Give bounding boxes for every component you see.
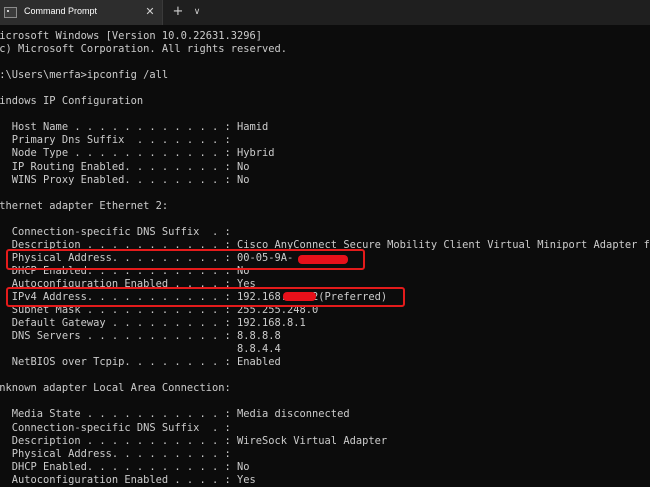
terminal-line: Autoconfiguration Enabled . . . . : Yes	[0, 473, 256, 486]
terminal-line: DNS Servers . . . . . . . . . . . : 8.8.…	[0, 330, 281, 343]
terminal-line: NetBIOS over Tcpip. . . . . . . . : Enab…	[0, 356, 281, 369]
terminal-line: Primary Dns Suffix . . . . . . . :	[0, 134, 231, 147]
title-bar: Command Prompt ✕ + ∨	[0, 0, 650, 25]
terminal-line: IP Routing Enabled. . . . . . . . : No	[0, 160, 250, 173]
terminal-line: Description . . . . . . . . . . . : Wire…	[0, 434, 388, 447]
ipv4-address-highlight	[6, 287, 405, 307]
terminal-line: WINS Proxy Enabled. . . . . . . . : No	[0, 173, 250, 186]
terminal-line: Host Name . . . . . . . . . . . . : Hami…	[0, 121, 269, 134]
terminal-line: DHCP Enabled. . . . . . . . . . . : No	[0, 460, 250, 473]
terminal-line: Unknown adapter Local Area Connection:	[0, 382, 231, 395]
new-tab-button[interactable]: +	[170, 4, 186, 20]
chevron-down-icon[interactable]: ∨	[190, 4, 204, 20]
terminal-line: Connection-specific DNS Suffix . :	[0, 421, 231, 434]
terminal-line: 8.8.4.4	[0, 343, 281, 356]
close-tab-button[interactable]: ✕	[143, 4, 157, 20]
terminal-line: Windows IP Configuration	[0, 95, 144, 108]
ipv4-address-redaction	[283, 292, 316, 301]
terminal-line: Default Gateway . . . . . . . . . : 192.…	[0, 317, 306, 330]
terminal-icon	[4, 7, 17, 18]
physical-address-redaction	[298, 255, 348, 264]
terminal-line: Node Type . . . . . . . . . . . . : Hybr…	[0, 147, 275, 160]
tab-command-prompt[interactable]: Command Prompt ✕	[0, 0, 163, 25]
terminal-line: Microsoft Windows [Version 10.0.22631.32…	[0, 30, 262, 42]
terminal-line: C:\Users\merfa>ipconfig /all	[0, 69, 169, 82]
tab-title: Command Prompt	[24, 6, 98, 16]
terminal-line: Connection-specific DNS Suffix . :	[0, 225, 231, 238]
terminal-line: Physical Address. . . . . . . . . :	[0, 447, 231, 460]
terminal-line: (c) Microsoft Corporation. All rights re…	[0, 43, 288, 56]
terminal-line: Ethernet adapter Ethernet 2:	[0, 199, 169, 212]
terminal-line: Media State . . . . . . . . . . . : Medi…	[0, 408, 350, 421]
